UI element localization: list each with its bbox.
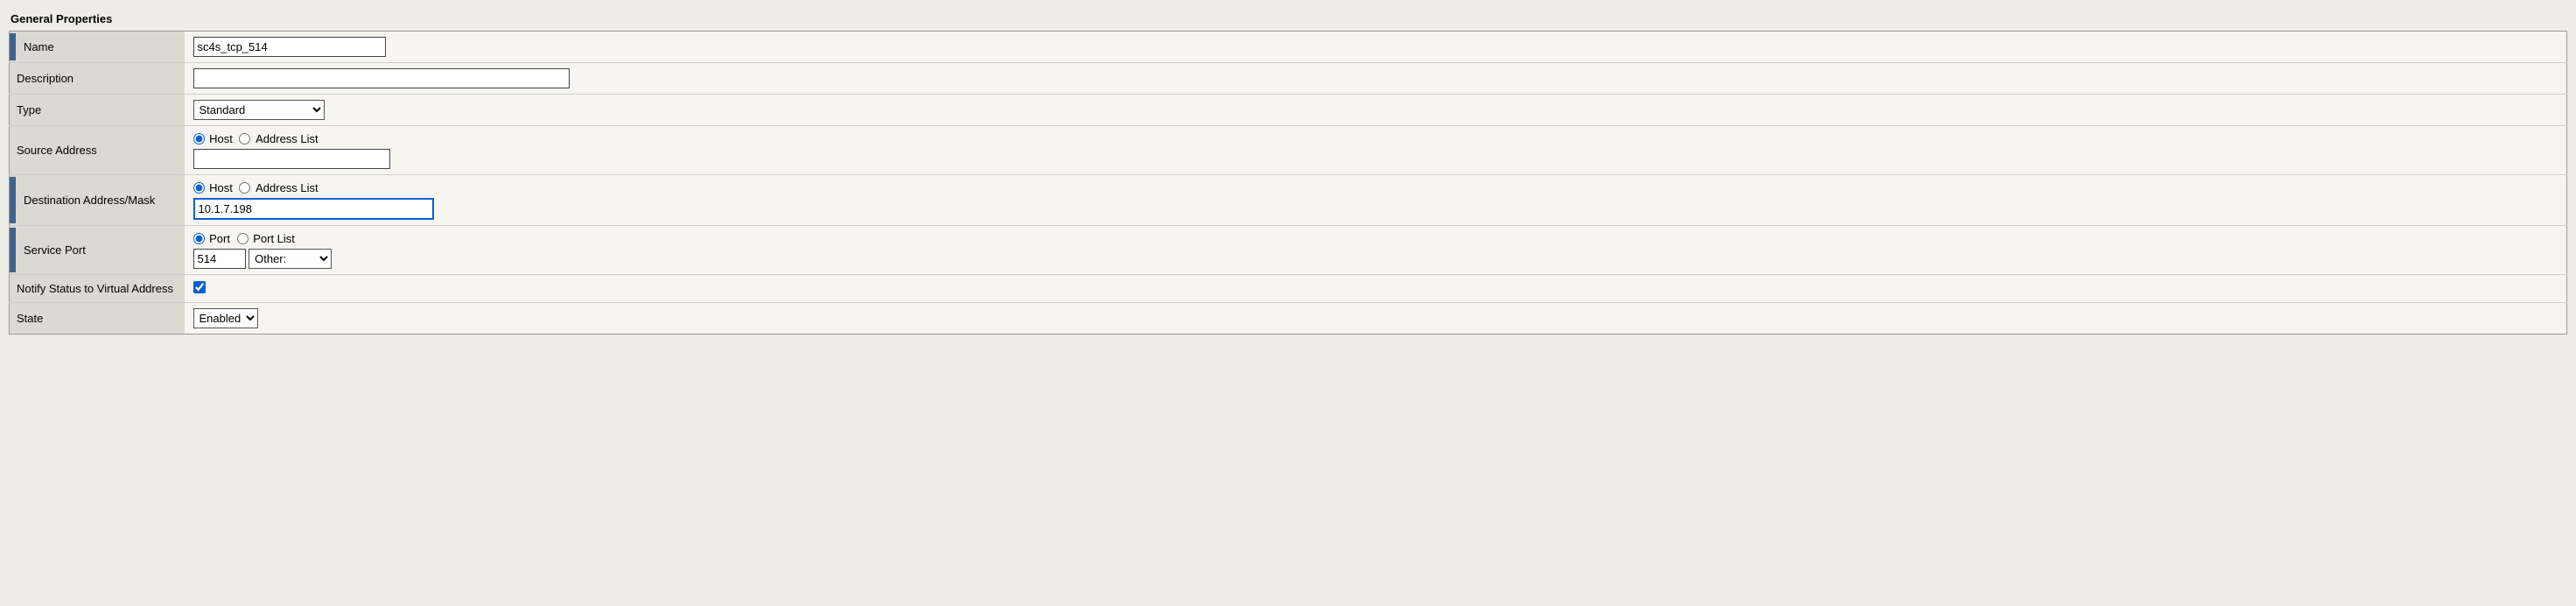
notify-checkbox[interactable] <box>193 281 206 293</box>
row-name: Name <box>10 32 2567 63</box>
row-type: Type Standard <box>10 95 2567 126</box>
label-notify: Notify Status to Virtual Address <box>10 275 185 303</box>
source-host-radio[interactable] <box>193 133 205 144</box>
state-select[interactable]: Enabled <box>193 308 258 328</box>
label-source-address: Source Address <box>10 126 185 175</box>
label-name: Name <box>10 32 185 63</box>
type-select[interactable]: Standard <box>193 100 325 120</box>
label-type: Type <box>10 95 185 126</box>
dest-host-radio-label: Host <box>209 181 233 194</box>
row-source-address: Source Address Host Address List <box>10 126 2567 175</box>
section-title: General Properties <box>9 9 2567 31</box>
port-list-radio[interactable] <box>237 233 248 244</box>
name-input[interactable] <box>193 37 386 57</box>
dest-list-radio-label: Address List <box>256 181 318 194</box>
port-radio[interactable] <box>193 233 205 244</box>
destination-input[interactable] <box>193 198 434 220</box>
source-list-radio-label: Address List <box>256 132 318 145</box>
label-destination: Destination Address/Mask <box>10 175 185 226</box>
label-description: Description <box>10 63 185 95</box>
port-list-radio-label: Port List <box>253 232 295 245</box>
port-radio-label: Port <box>209 232 230 245</box>
source-host-radio-label: Host <box>209 132 233 145</box>
row-state: State Enabled <box>10 303 2567 335</box>
row-destination: Destination Address/Mask Host Address Li… <box>10 175 2567 226</box>
dest-host-radio[interactable] <box>193 182 205 194</box>
label-state: State <box>10 303 185 335</box>
service-port-input[interactable] <box>193 249 246 269</box>
label-service-port: Service Port <box>10 226 185 275</box>
source-address-input[interactable] <box>193 149 390 169</box>
source-list-radio[interactable] <box>239 133 250 144</box>
general-properties-table: Name Description Type Standard Source Ad… <box>9 31 2567 335</box>
row-service-port: Service Port Port Port List Other: <box>10 226 2567 275</box>
service-port-other-select[interactable]: Other: <box>248 249 332 269</box>
dest-list-radio[interactable] <box>239 182 250 194</box>
description-input[interactable] <box>193 68 570 88</box>
row-description: Description <box>10 63 2567 95</box>
row-notify: Notify Status to Virtual Address <box>10 275 2567 303</box>
